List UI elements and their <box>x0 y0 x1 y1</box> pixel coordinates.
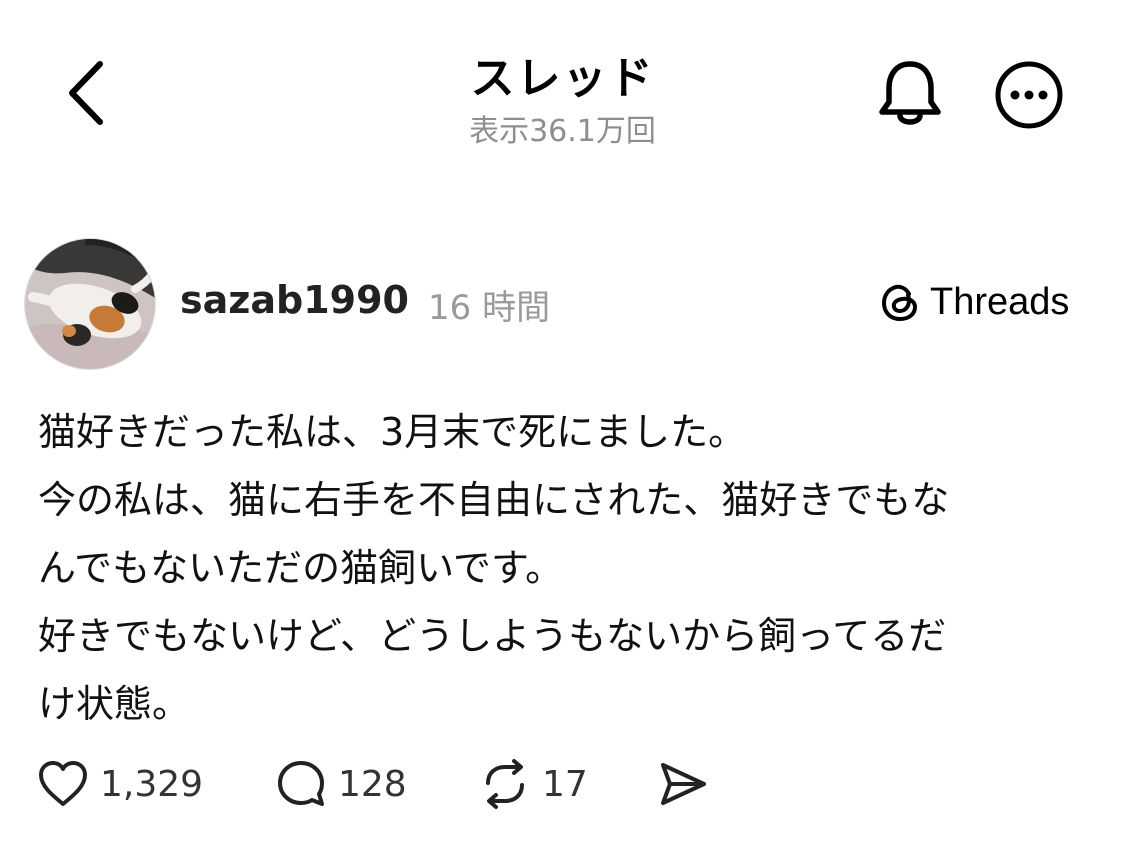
avatar[interactable] <box>24 238 156 370</box>
like-button[interactable]: 1,329 <box>36 752 203 816</box>
cat-photo-icon <box>25 239 155 369</box>
post-actions: 1,329 128 17 <box>0 752 1125 816</box>
heart-icon <box>39 761 87 806</box>
post-line: 猫好きだった私は、3月末で死にました。 <box>38 410 747 454</box>
threads-label: Threads <box>930 280 1070 323</box>
reply-count: 128 <box>338 763 407 805</box>
post-text: 猫好きだった私は、3月末で死にました。 今の私は、猫に右手を不自由にされた、猫好… <box>38 398 1098 738</box>
post-time: 16 時間 <box>428 288 551 328</box>
more-horizontal-icon <box>995 61 1063 129</box>
reply-button[interactable]: 128 <box>274 752 407 816</box>
like-count: 1,329 <box>100 763 204 805</box>
post-line: け状態。 <box>38 682 191 726</box>
more-options-button[interactable] <box>992 58 1066 132</box>
post-line: んでもないただの猫飼いです。 <box>38 546 564 590</box>
bell-icon <box>879 61 941 125</box>
threads-source-link[interactable]: Threads <box>878 276 1069 328</box>
username[interactable]: sazab1990 <box>180 278 409 322</box>
repost-icon <box>486 759 524 809</box>
share-button[interactable] <box>656 752 710 816</box>
send-icon <box>661 763 706 805</box>
notifications-button[interactable] <box>875 58 945 130</box>
page-title: スレッド <box>470 53 655 104</box>
threads-logo-icon <box>882 284 917 321</box>
post-line: 今の私は、猫に右手を不自由にされた、猫好きでもな <box>38 478 950 522</box>
speech-bubble-icon <box>278 761 324 806</box>
thread-page: スレッド 表示36.1万回 sazab1990 16 時間 Threads 猫好… <box>0 0 1125 849</box>
repost-button[interactable]: 17 <box>478 752 588 816</box>
view-count: 表示36.1万回 <box>469 114 656 149</box>
repost-count: 17 <box>542 763 588 805</box>
post-line: 好きでもないけど、どうしようもないから飼ってるだ <box>38 614 947 658</box>
